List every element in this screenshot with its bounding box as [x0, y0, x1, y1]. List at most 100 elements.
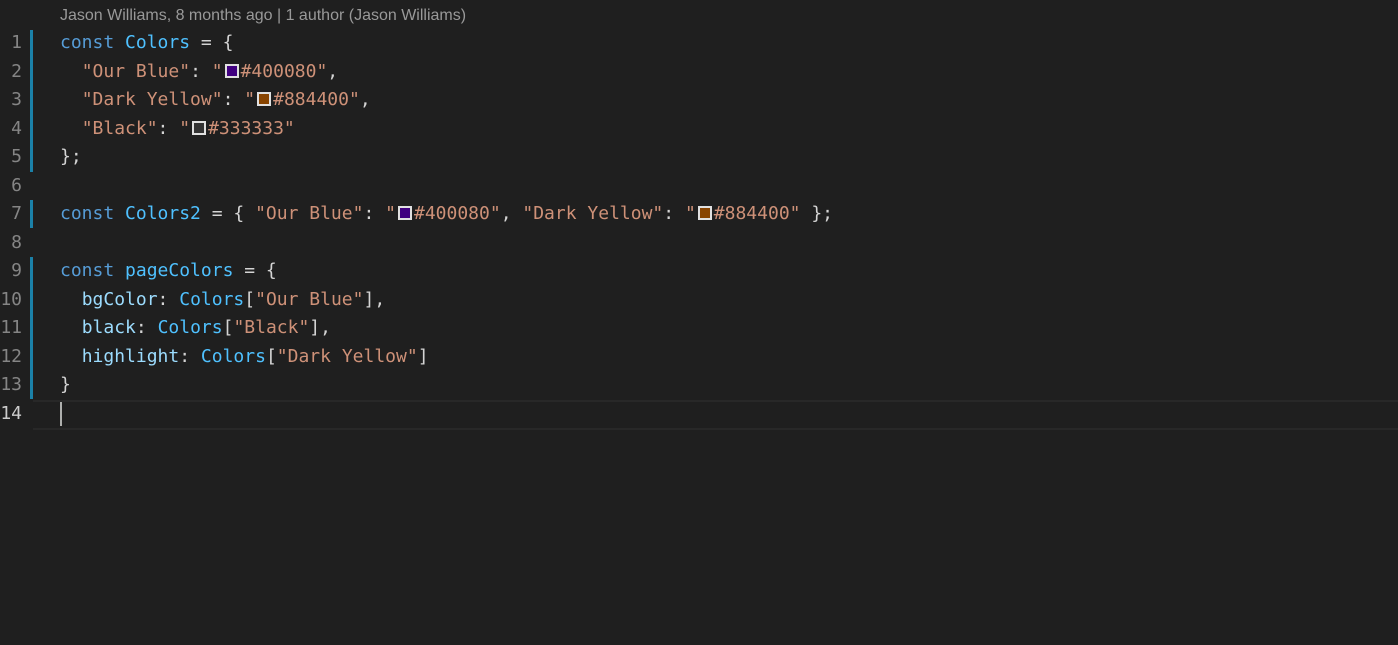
line-number: 6 — [11, 174, 22, 196]
code-token: "Dark Yellow" — [81, 89, 223, 110]
code-token: " — [211, 60, 223, 82]
code-token: [ — [222, 317, 234, 338]
code-token: "Our Blue" — [255, 203, 364, 224]
code-token: [ — [265, 345, 277, 367]
code-text: highlight: Colors["Dark Yellow"] — [60, 343, 429, 372]
code-token: , — [359, 89, 371, 110]
code-token: const — [60, 203, 115, 224]
code-token: , — [500, 203, 523, 224]
code-token: Colors — [157, 317, 223, 338]
code-text: } — [60, 371, 71, 400]
code-token: ], — [363, 288, 386, 310]
code-token: #400080" — [240, 60, 328, 82]
color-swatch[interactable] — [257, 92, 272, 106]
line-number: 9 — [11, 260, 22, 281]
line-number: 3 — [11, 89, 22, 110]
code-token: " — [385, 203, 396, 224]
code-token: : — [663, 203, 685, 224]
code-token: bgColor — [81, 288, 158, 310]
code-token: : — [363, 203, 386, 224]
code-token: Colors — [179, 288, 245, 310]
code-token: , — [327, 60, 339, 82]
line-number: 4 — [11, 117, 22, 139]
line-number: 13 — [0, 374, 22, 395]
code-line[interactable]: 12 highlight: Colors["Dark Yellow"] — [0, 343, 1398, 372]
code-line[interactable]: 4 "Black": " #333333" — [0, 115, 1398, 144]
code-line[interactable]: 5}; — [0, 143, 1398, 172]
code-token: "Our Blue" — [81, 60, 191, 82]
code-line[interactable]: 9 const pageColors = { — [0, 257, 1398, 286]
code-text: const Colors2 = { "Our Blue": " #400080",… — [60, 200, 833, 229]
code-line[interactable]: 7 const Colors2 = { "Our Blue": " #400080"… — [0, 200, 1398, 229]
color-swatch[interactable] — [697, 206, 712, 220]
line-number: 12 — [0, 345, 22, 367]
line-number: 1 — [11, 32, 22, 53]
code-token: = { — [233, 260, 277, 281]
code-line[interactable]: 8 — [0, 229, 1398, 258]
code-token: [ — [244, 288, 256, 310]
code-token: pageColors — [125, 260, 234, 281]
code-text: "Dark Yellow": " #884400", — [60, 86, 371, 115]
code-token: "Black" — [233, 317, 310, 338]
code-token: : — [157, 117, 180, 139]
code-token: "Dark Yellow" — [522, 203, 664, 224]
code-token: ] — [417, 345, 429, 367]
code-line[interactable]: 6 — [0, 172, 1398, 201]
code-token: = { — [200, 203, 256, 224]
code-text: "Our Blue": " #400080", — [60, 58, 338, 87]
code-text: bgColor: Colors["Our Blue"], — [60, 286, 385, 315]
code-token: black — [81, 317, 136, 338]
line-number: 2 — [11, 60, 22, 82]
code-line[interactable]: 2 "Our Blue": " #400080", — [0, 58, 1398, 87]
code-token: = { — [190, 32, 234, 53]
code-text: }; — [60, 143, 82, 172]
code-token: #333333" — [208, 117, 295, 139]
code-token: : — [135, 317, 158, 338]
code-token: "Black" — [81, 117, 158, 139]
line-number: 7 — [11, 203, 22, 224]
code-token: " — [244, 89, 256, 110]
code-token: highlight — [81, 345, 180, 367]
code-token: const — [60, 32, 115, 53]
code-text: const Colors = { — [60, 29, 233, 58]
color-swatch[interactable] — [224, 63, 239, 78]
code-token: }; — [60, 146, 82, 167]
code-token: : — [157, 288, 180, 310]
color-swatch[interactable] — [397, 206, 412, 220]
code-token: : — [190, 60, 212, 82]
code-line[interactable]: 1 const Colors = { — [0, 29, 1398, 58]
git-blame-codelens[interactable]: Jason Williams, 8 months ago | 1 author … — [60, 4, 466, 28]
code-line[interactable]: 13} — [0, 371, 1398, 400]
code-token: Colors2 — [125, 203, 201, 224]
code-token: : — [179, 345, 201, 367]
code-line[interactable]: 11 black: Colors["Black"], — [0, 314, 1398, 343]
code-token: #884400" — [273, 89, 360, 110]
code-token: "Dark Yellow" — [276, 345, 418, 367]
line-number: 10 — [0, 288, 22, 310]
code-token: Colors — [125, 32, 191, 53]
code-line[interactable]: 3 "Dark Yellow": " #884400", — [0, 86, 1398, 115]
code-editor[interactable]: Jason Williams, 8 months ago | 1 author … — [0, 0, 1398, 645]
code-token: #884400" — [713, 203, 801, 224]
line-number: 5 — [11, 146, 22, 167]
color-swatch[interactable] — [192, 120, 207, 135]
line-number: 14 — [0, 402, 22, 424]
code-token: " — [684, 203, 696, 224]
code-token: Colors — [200, 345, 266, 367]
line-number: 8 — [11, 231, 22, 253]
code-line[interactable]: 10 bgColor: Colors["Our Blue"], — [0, 286, 1398, 315]
code-token: const — [60, 260, 115, 281]
code-token: }; — [800, 203, 834, 224]
code-token: ], — [309, 317, 331, 338]
code-text: black: Colors["Black"], — [60, 314, 331, 343]
code-line[interactable]: 14 — [0, 400, 1398, 429]
